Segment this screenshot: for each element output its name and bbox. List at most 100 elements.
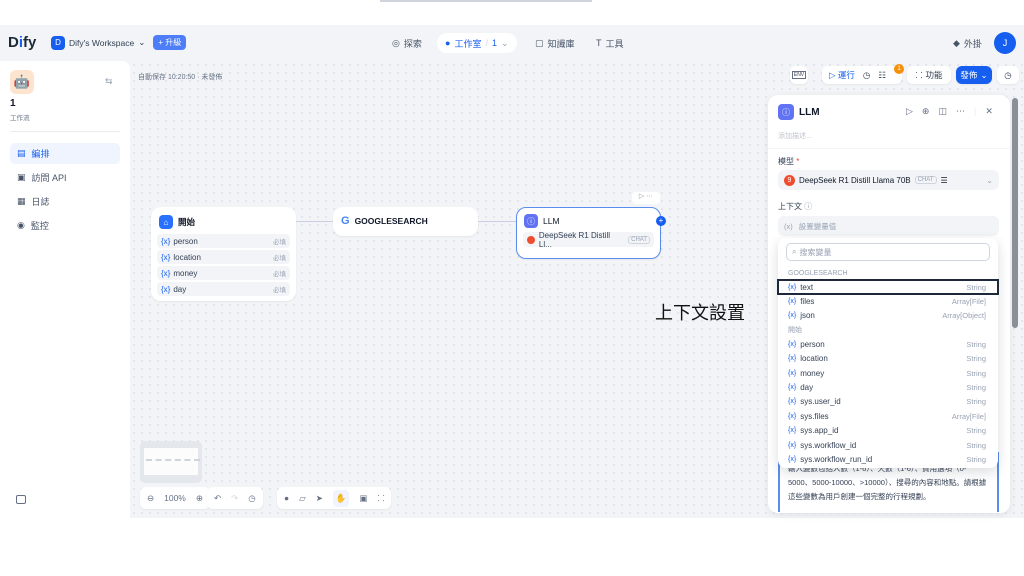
features-button[interactable]: ⸬ 功能 [907, 66, 951, 84]
nav-studio[interactable]: ● 工作室/1 ⌄ [437, 33, 517, 53]
model-selector[interactable]: 9 DeepSeek R1 Distill Llama 70B CHAT ☰ ⌄ [778, 170, 999, 190]
sidebar-item-orchestrate[interactable]: ▤ 編排 [10, 143, 120, 164]
variable-icon: {x} [788, 369, 797, 377]
nav-tools[interactable]: T 工具 [588, 33, 632, 53]
minimap[interactable] [140, 441, 202, 483]
undo-icon[interactable]: ↶ [214, 493, 221, 504]
panel-layout-icon[interactable]: ◫ [938, 106, 947, 117]
run-step-icon[interactable]: ▷ [906, 106, 913, 117]
user-avatar[interactable]: J [994, 32, 1016, 54]
publish-button[interactable]: 發佈 ⌄ [956, 66, 992, 84]
note-icon[interactable]: ▱ [299, 493, 306, 504]
sidebar-item-label: 日誌 [31, 197, 50, 207]
zoom-level[interactable]: 100% [164, 493, 186, 503]
variable-type: Array[File] [951, 297, 986, 307]
export-image-icon[interactable]: ▣ [359, 493, 367, 504]
context-variable-selector[interactable]: (x) 設置變量值 [778, 216, 999, 236]
history-icon[interactable]: ◷ [863, 70, 870, 81]
variable-option[interactable]: {x} money String [778, 366, 998, 380]
scrollbar[interactable] [1012, 98, 1018, 328]
sidebar-item-api[interactable]: ▣ 訪問 API [10, 167, 120, 188]
panel-title: LLM [799, 106, 820, 118]
plugins-button[interactable]: ◆ 外掛 [945, 33, 990, 53]
zoom-out-icon[interactable]: ⊖ [147, 493, 154, 504]
llm-node[interactable]: ⓘ LLM DeepSeek R1 Distill Ll... CHAT + [516, 207, 666, 259]
variable-icon: {x} [788, 441, 797, 449]
variable-option[interactable]: {x} sys.workflow_run_id String [778, 452, 998, 466]
hand-icon[interactable]: ✋ [332, 489, 350, 507]
close-icon[interactable]: ✕ [985, 106, 993, 117]
variable-icon: {x} [161, 284, 171, 294]
node-actions[interactable]: ▷ ⋯ [632, 192, 660, 204]
variable-option[interactable]: {x} text String [777, 278, 999, 296]
app-icon: 🤖 [10, 70, 34, 94]
var-name: person [173, 236, 198, 246]
collapse-icon[interactable]: ⇆ [105, 76, 113, 87]
redo-icon[interactable]: ↷ [231, 493, 238, 504]
variable-option[interactable]: {x} sys.files Array[File] [778, 409, 998, 423]
description-input[interactable]: 添加描述... [778, 131, 812, 141]
checklist-icon[interactable]: ☷ [878, 70, 886, 81]
start-node[interactable]: ⌂ 開始 {x} person 必填 {x} location 必填 {x} money 必填… [151, 207, 296, 301]
variable-option[interactable]: {x} location String [778, 352, 998, 366]
history-controls: ↶ ↷ ◷ [207, 487, 263, 509]
variable-name: sys.user_id [800, 397, 841, 407]
variable-name: files [800, 297, 815, 307]
history-icon[interactable]: ◷ [248, 493, 255, 504]
expand-sidebar-icon[interactable] [16, 495, 26, 504]
upgrade-button[interactable]: + 升級 [153, 35, 187, 50]
more-icon[interactable]: ⋯ [956, 106, 965, 117]
variable-option[interactable]: {x} day String [778, 380, 998, 394]
file-icon: ▦ [17, 196, 26, 206]
variable-option[interactable]: {x} json Array[Object] [778, 309, 998, 323]
env-button[interactable]: ENV [790, 66, 808, 84]
dify-logo[interactable]: Dify [8, 34, 36, 51]
run-group: ▷ 運行 ◷ ☷ [822, 66, 902, 84]
var-name: money [173, 268, 198, 278]
model-label: 模型 [778, 157, 794, 166]
variable-icon: {x} [788, 384, 797, 392]
variable-icon: {x} [161, 236, 171, 246]
workspace-name: Dify's Workspace [69, 37, 135, 48]
nav-label: 工作室 [454, 38, 482, 49]
divider: / [485, 38, 488, 48]
organize-icon[interactable]: ⸬ [377, 493, 384, 504]
sidebar-item-monitor[interactable]: ◉ 監控 [10, 215, 120, 236]
nav-explore[interactable]: ◎ 探索 [384, 33, 430, 53]
nav-label: 外掛 [963, 38, 982, 49]
chevron-down-icon: ⌄ [138, 37, 146, 47]
variable-icon: {x} [788, 340, 797, 348]
sidebar-item-label: 訪問 API [31, 173, 67, 183]
variable-type: Array[Object] [942, 311, 986, 321]
variable-dropdown: ⌕ 搜索變量 GOOGLESEARCH {x} text String {x} files… [777, 238, 999, 468]
settings-sliders-icon[interactable]: ☰ [941, 176, 948, 185]
run-button[interactable]: ▷ 運行 [829, 69, 855, 81]
annotation-text: 上下文設置 [655, 303, 745, 323]
edge [478, 221, 516, 222]
add-node-icon[interactable]: + [656, 216, 666, 226]
features-label: 功能 [925, 70, 943, 80]
chevron-down-icon: ⌄ [986, 175, 993, 185]
variable-option[interactable]: {x} sys.workflow_id String [778, 438, 998, 452]
variable-search-input[interactable]: ⌕ 搜索變量 [786, 243, 990, 261]
add-block-icon[interactable]: ● [284, 493, 289, 503]
variable-option[interactable]: {x} files Array[File] [778, 294, 998, 308]
variable-option[interactable]: {x} person String [778, 337, 998, 351]
googlesearch-node[interactable]: G GOOGLESEARCH [333, 207, 478, 236]
zoom-in-icon[interactable]: ⊕ [196, 493, 203, 504]
help-icon[interactable]: ⊕ [922, 106, 930, 117]
variable-name: money [800, 368, 825, 378]
variable-type: String [966, 454, 986, 464]
sidebar-item-logs[interactable]: ▦ 日誌 [10, 191, 120, 212]
pointer-icon[interactable]: ➤ [316, 493, 323, 504]
variable-option[interactable]: {x} sys.user_id String [778, 395, 998, 409]
nav-knowledge[interactable]: ▢ 知識庫 [527, 33, 583, 53]
node-title: LLM [543, 216, 560, 226]
workspace-switcher[interactable]: D Dify's Workspace ⌄ + 升級 [51, 35, 187, 50]
variable-type: String [966, 397, 986, 407]
sidebar-item-label: 編排 [31, 149, 50, 159]
variable-name: day [800, 383, 814, 393]
node-title: 開始 [178, 217, 196, 227]
version-history-button[interactable]: ◷ [997, 66, 1019, 84]
variable-option[interactable]: {x} sys.app_id String [778, 424, 998, 438]
